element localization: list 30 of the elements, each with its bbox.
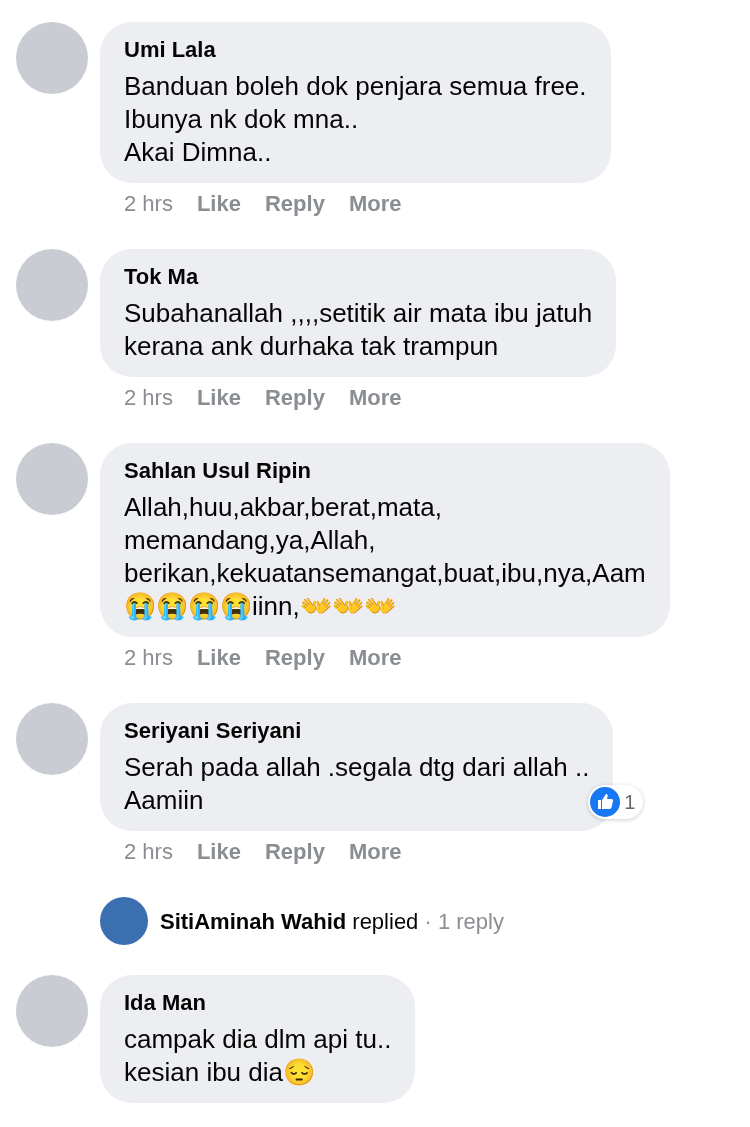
- action-link[interactable]: Like: [196, 189, 241, 219]
- avatar[interactable]: [100, 897, 148, 945]
- comment-text: Serah pada allah .segala dtg dari allah .. Aamiin: [124, 751, 590, 817]
- comment-text: Subahanallah ,,,,setitik air mata ibu jatuh kerana ank durhaka tak trampun: [124, 297, 593, 363]
- author-name[interactable]: Tok Ma: [124, 263, 593, 291]
- action-link[interactable]: More: [348, 837, 402, 867]
- action-link[interactable]: Reply: [264, 383, 325, 413]
- like-icon: [590, 787, 621, 817]
- timestamp: 2 hrs: [124, 384, 173, 412]
- comment-text: Allah,huu,akbar,berat,mata, memandang,ya,Allah, berikan,kekuatansemangat,buat,ibu,nya,Aam 😭😭😭😭iinn,👐👐👐: [124, 491, 646, 623]
- timestamp: 2 hrs: [124, 838, 173, 866]
- author-name[interactable]: Ida Man: [124, 989, 392, 1017]
- action-link[interactable]: More: [348, 189, 402, 219]
- action-link[interactable]: Like: [196, 383, 241, 413]
- action-link[interactable]: More: [348, 643, 402, 673]
- author-name[interactable]: Sahlan Usul Ripin: [124, 457, 646, 485]
- action-link[interactable]: Reply: [264, 643, 325, 673]
- timestamp: 2 hrs: [124, 644, 173, 672]
- timestamp: 2 hrs: [124, 190, 173, 218]
- action-link[interactable]: Reply: [264, 189, 325, 219]
- comment-text: Banduan boleh dok penjara semua free. Ibunya nk dok mna.. Akai Dimna..: [124, 70, 587, 169]
- action-link[interactable]: Reply: [264, 837, 325, 867]
- author-name[interactable]: Umi Lala: [124, 36, 587, 64]
- comment-text: campak dia dlm api tu.. kesian ibu dia😔: [124, 1023, 392, 1089]
- action-link[interactable]: Like: [196, 837, 241, 867]
- author-name[interactable]: Seriyani Seriyani: [124, 717, 590, 745]
- action-link[interactable]: Like: [196, 643, 241, 673]
- action-link[interactable]: More: [348, 383, 402, 413]
- reaction-badge[interactable]: 1: [588, 785, 644, 819]
- reply-summary[interactable]: SitiAminah Wahid replied · 1 reply: [160, 904, 504, 938]
